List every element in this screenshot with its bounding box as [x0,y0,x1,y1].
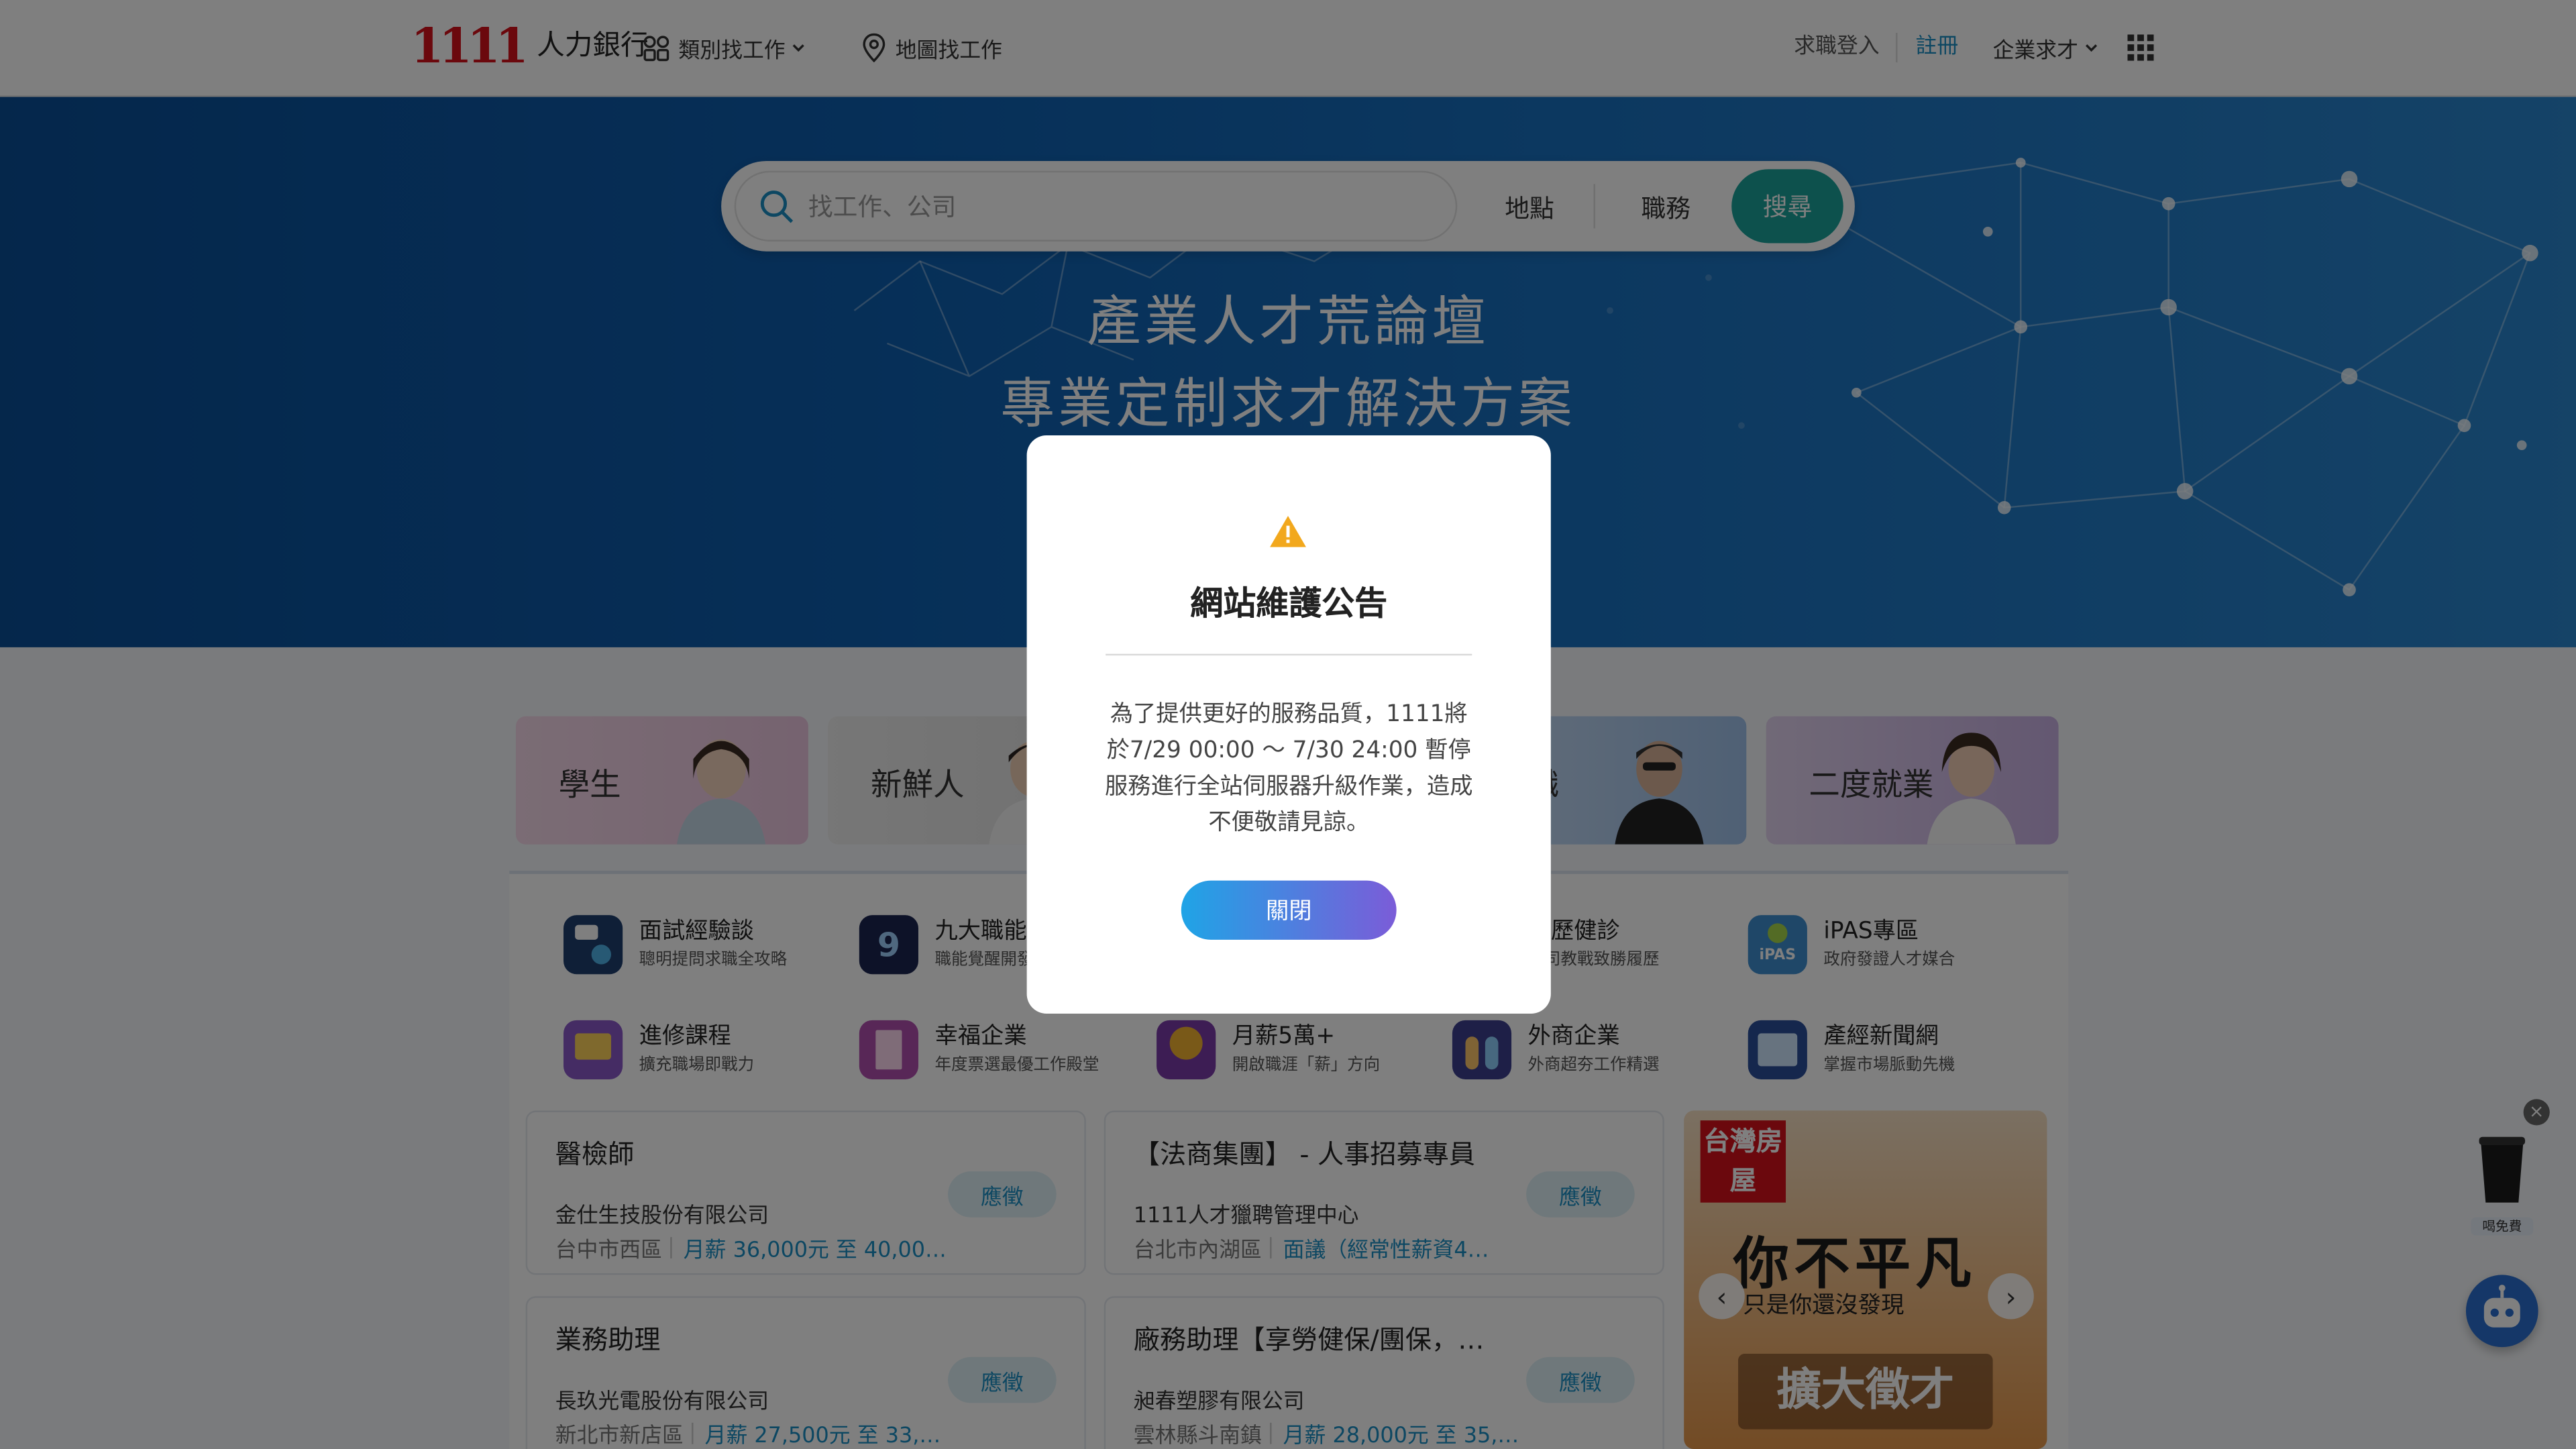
dialog-message: 為了提供更好的服務品質，1111將於7/29 00:00 ～ 7/30 24:0… [1104,701,1473,837]
dialog-divider [1106,653,1472,656]
warning-icon [1270,515,1306,547]
page: 1111 人力銀行 類別找工作 地圖找工作 求職登入 註冊 企業求才 [0,0,2576,1449]
maintenance-notice-dialog: 網站維護公告 為了提供更好的服務品質，1111將於7/29 00:00 ～ 7/… [1026,435,1551,1014]
dialog-title: 網站維護公告 [1190,583,1388,623]
close-dialog-button[interactable]: 關閉 [1181,880,1397,940]
